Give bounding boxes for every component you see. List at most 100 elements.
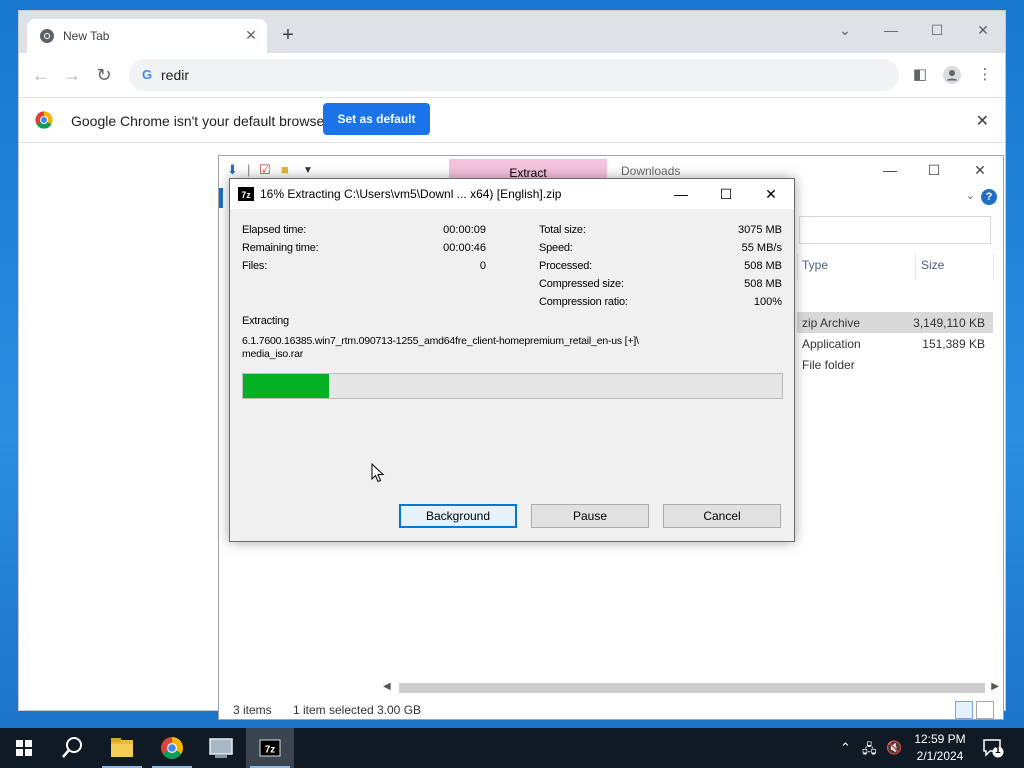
files-value: 0	[479, 260, 486, 272]
close-window-button[interactable]: ✕	[963, 17, 1003, 43]
compression-ratio-value: 100%	[753, 296, 782, 308]
file-explorer-icon	[111, 738, 133, 757]
ribbon-file-tab[interactable]	[219, 188, 223, 208]
dialog-minimize-button[interactable]: —	[666, 183, 696, 205]
file-row[interactable]: Application 151,389 KB	[797, 333, 993, 354]
clock-time: 12:59 PM	[914, 732, 966, 746]
start-button[interactable]	[0, 728, 48, 768]
chrome-favicon-icon	[40, 29, 54, 43]
chrome-icon	[161, 737, 183, 759]
file-type: File folder	[802, 358, 855, 372]
network-icon[interactable]: 🖧	[862, 740, 877, 762]
dialog-close-button[interactable]: ✕	[756, 183, 786, 205]
explorer-minimize-button[interactable]: —	[875, 162, 905, 178]
show-hidden-icons-icon[interactable]: ⌃	[840, 740, 851, 756]
file-type: zip Archive	[802, 316, 861, 330]
processed-value: 508 MB	[744, 260, 782, 272]
new-tab-button[interactable]: +	[277, 25, 299, 47]
remaining-time-label: Remaining time:	[242, 242, 319, 254]
explorer-title: Downloads	[621, 164, 681, 178]
current-file-path: 6.1.7600.16385.win7_rtm.090713-1255_amd6…	[242, 335, 639, 347]
7zip-icon: 7z	[259, 739, 281, 757]
system-clock[interactable]: 12:59 PM 2/1/2024	[905, 731, 975, 765]
progress-fill	[243, 374, 330, 398]
search-button[interactable]	[48, 728, 96, 768]
volume-muted-icon[interactable]: 🔇	[886, 740, 902, 756]
scroll-thumb[interactable]	[399, 683, 985, 693]
column-separator	[993, 254, 994, 280]
status-items: 3 items	[233, 703, 272, 717]
help-icon[interactable]: ?	[981, 189, 997, 205]
taskbar-file-explorer[interactable]	[98, 728, 146, 768]
dialog-maximize-button[interactable]: ☐	[711, 183, 741, 205]
column-header-size[interactable]: Size	[921, 258, 944, 282]
computer-app-icon	[209, 738, 233, 758]
down-arrow-icon[interactable]: ⬇	[227, 162, 238, 178]
tab-new-tab[interactable]: New Tab ✕	[27, 19, 267, 53]
file-size: 3,149,110 KB	[913, 316, 985, 330]
explorer-maximize-button[interactable]: ☐	[919, 162, 949, 179]
browser-toolbar: ← → ↻ G redir ◧ ⋮	[19, 53, 1005, 97]
notification-count: 1	[995, 745, 1001, 756]
taskbar-app[interactable]	[197, 728, 245, 768]
pause-button[interactable]: Pause	[531, 504, 649, 528]
compression-ratio-label: Compression ratio:	[539, 296, 628, 308]
explorer-search-input[interactable]	[799, 216, 991, 244]
folder-icon[interactable]: ■	[281, 162, 289, 177]
tab-search-icon[interactable]: ⌄	[825, 17, 865, 43]
status-selected-size: 3.00 GB	[377, 703, 422, 717]
scroll-left-icon[interactable]: ◀	[383, 681, 391, 692]
tab-close-icon[interactable]: ✕	[243, 27, 259, 43]
cancel-button[interactable]: Cancel	[663, 504, 781, 528]
file-row[interactable]: zip Archive 3,149,110 KB	[797, 312, 993, 333]
details-view-icon[interactable]	[955, 701, 973, 719]
properties-icon[interactable]: ☑	[259, 162, 271, 178]
scroll-right-icon[interactable]: ▶	[991, 681, 999, 692]
menu-kebab-icon[interactable]: ⋮	[974, 64, 996, 86]
forward-arrow-icon[interactable]: →	[60, 63, 84, 87]
back-arrow-icon[interactable]: ←	[29, 63, 53, 87]
address-text[interactable]: redir	[161, 67, 189, 83]
separator-icon: |	[247, 162, 251, 177]
large-icons-view-icon[interactable]	[976, 701, 994, 719]
profile-avatar-icon[interactable]	[941, 64, 963, 86]
search-icon	[62, 737, 82, 758]
taskbar-chrome[interactable]	[148, 728, 196, 768]
set-as-default-button[interactable]: Set as default	[323, 103, 430, 135]
total-size-label: Total size:	[539, 224, 586, 236]
explorer-close-button[interactable]: ✕	[965, 162, 995, 179]
mouse-cursor-icon	[371, 463, 385, 483]
taskbar-7zip[interactable]: 7z	[246, 728, 294, 768]
column-separator	[797, 254, 798, 280]
view-toggle	[955, 701, 995, 719]
infobar-close-icon[interactable]: ✕	[976, 111, 989, 131]
total-size-value: 3075 MB	[737, 224, 782, 236]
elapsed-time-value: 00:00:09	[443, 224, 486, 236]
dropdown-icon[interactable]: ▼	[303, 165, 313, 176]
reload-icon[interactable]: ↻	[92, 63, 116, 87]
notification-center-icon[interactable]: 1	[982, 738, 1004, 758]
remaining-time-value: 00:00:46	[443, 242, 486, 254]
background-button[interactable]: Background	[399, 504, 517, 528]
minimize-button[interactable]: —	[871, 17, 911, 43]
processed-label: Processed:	[539, 260, 593, 272]
file-row[interactable]: File folder	[797, 354, 993, 375]
side-panel-icon[interactable]: ◧	[909, 64, 931, 86]
extraction-progress-dialog: 7z 16% Extracting C:\Users\vm5\Downl ...…	[229, 178, 795, 542]
address-bar[interactable]: G redir	[129, 59, 899, 91]
maximize-button[interactable]: ☐	[917, 17, 957, 43]
status-selected: 1 item selected	[293, 703, 374, 717]
column-separator	[915, 254, 916, 280]
google-g-icon: G	[141, 67, 153, 82]
default-browser-infobar: Google Chrome isn't your default browser…	[19, 97, 1005, 143]
speed-value: 55 MB/s	[741, 242, 782, 254]
column-header-type[interactable]: Type	[802, 258, 828, 282]
tab-title: New Tab	[63, 29, 110, 43]
horizontal-scrollbar[interactable]: ◀ ▶	[381, 681, 1001, 695]
compressed-size-label: Compressed size:	[539, 278, 624, 290]
extraction-progress-bar	[242, 373, 783, 399]
compressed-size-value: 508 MB	[744, 278, 782, 290]
elapsed-time-label: Elapsed time:	[242, 224, 307, 236]
ribbon-expand-icon[interactable]: ⌄	[966, 189, 975, 202]
windows-logo-icon	[16, 740, 32, 756]
